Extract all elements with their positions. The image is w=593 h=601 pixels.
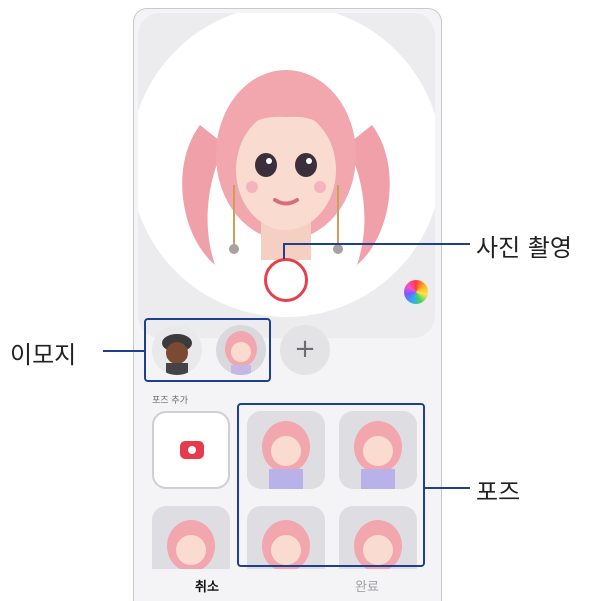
emoji-callout-label: 이모지: [10, 341, 77, 369]
add-pose-label: 포즈 추가: [152, 396, 188, 406]
done-button[interactable]: 완료: [312, 576, 422, 595]
emoji-leader-line: [103, 350, 144, 352]
bottom-action-bar: 취소 완료: [134, 569, 441, 601]
pose-highlight-box: [237, 403, 425, 567]
color-palette-icon[interactable]: [404, 280, 428, 304]
camera-preview: [138, 13, 435, 338]
capture-callout-label: 사진 촬영: [476, 234, 572, 262]
capture-button[interactable]: [264, 258, 308, 302]
capture-leader-line: [283, 243, 470, 245]
plus-icon[interactable]: +: [280, 325, 330, 375]
add-pose-camera-button[interactable]: [152, 411, 230, 489]
capture-leader-line: [283, 243, 285, 259]
emoji-highlight-box: [144, 318, 271, 382]
cancel-button[interactable]: 취소: [152, 576, 262, 595]
camera-icon: [180, 441, 204, 459]
pose-leader-line: [425, 487, 470, 489]
pose-callout-label: 포즈: [476, 478, 521, 506]
